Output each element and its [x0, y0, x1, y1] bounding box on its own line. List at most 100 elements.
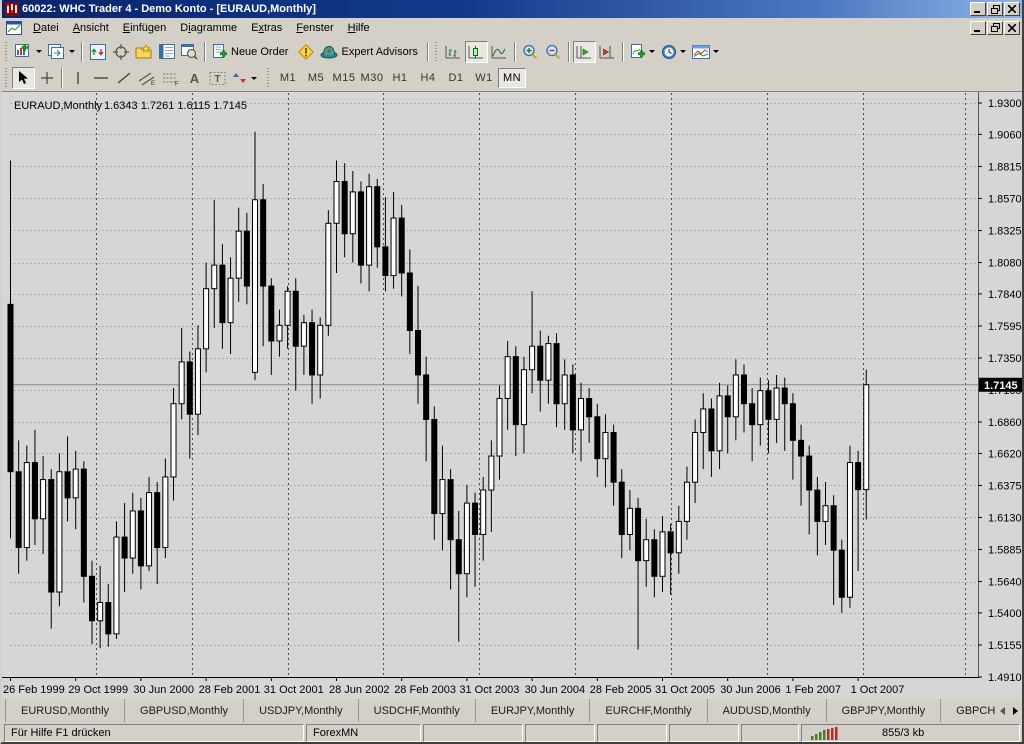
market-watch-button[interactable]	[86, 41, 109, 63]
candle-body	[318, 325, 323, 375]
indicators-button[interactable]	[627, 41, 658, 63]
candlestick-chart-button[interactable]	[465, 41, 488, 63]
horizontal-line-tool-button[interactable]	[89, 67, 112, 89]
tab-scroll-right-icon[interactable]	[1013, 707, 1018, 715]
menu-item-diagramme[interactable]: Diagramme	[173, 20, 244, 36]
candle-body	[725, 396, 730, 417]
menu-item-ansicht[interactable]: Ansicht	[66, 20, 116, 36]
zoom-in-button[interactable]	[519, 41, 542, 63]
chart-svg[interactable]: 1.93001.90601.88151.85701.83251.80801.78…	[2, 92, 1024, 699]
new-chart-button[interactable]	[12, 41, 45, 63]
tab-scroll-left-icon[interactable]	[1000, 707, 1005, 715]
close-button[interactable]	[1004, 2, 1020, 16]
text-label-tool-button[interactable]: T	[206, 67, 229, 89]
menu-item-hilfe[interactable]: Hilfe	[341, 20, 377, 36]
chart-tab-eurchf[interactable]: EURCHF,Monthly	[590, 699, 707, 722]
menu-item-einfügen[interactable]: Einfügen	[116, 20, 173, 36]
strategy-tester-button[interactable]	[178, 41, 201, 63]
close-icon	[1008, 5, 1016, 13]
restore-button[interactable]	[987, 2, 1003, 16]
navigator-button[interactable]	[132, 41, 155, 63]
chart-tab-usdchf[interactable]: USDCHF,Monthly	[359, 699, 476, 722]
status-connection-panel: 855/3 kb	[801, 724, 1020, 742]
chart-tab-audusd[interactable]: AUDUSD,Monthly	[708, 699, 827, 722]
line-chart-button[interactable]	[488, 41, 511, 63]
candle-body	[839, 550, 844, 597]
timeframe-button-m5[interactable]: M5	[302, 68, 330, 88]
chart-tab-gbpusd[interactable]: GBPUSD,Monthly	[125, 699, 244, 722]
candle-body	[530, 346, 535, 370]
minimize-button[interactable]	[970, 2, 986, 16]
price-tick-label: 1.6860	[988, 417, 1022, 429]
timeframe-button-h4[interactable]: H4	[414, 68, 442, 88]
expert-advisors-button[interactable]: Expert Advisors	[317, 41, 423, 63]
timeframe-button-m15[interactable]: M15	[330, 68, 358, 88]
bar-chart-icon	[445, 44, 461, 60]
data-window-icon	[113, 44, 129, 60]
timeframe-button-mn[interactable]: MN	[498, 68, 526, 88]
candle-body	[766, 391, 771, 420]
zoom-out-button[interactable]	[542, 41, 565, 63]
timeframe-button-w1[interactable]: W1	[470, 68, 498, 88]
chart-tab-eurjpy[interactable]: EURJPY,Monthly	[476, 699, 591, 722]
standard-toolbar: Neue Order Expert Advisors	[2, 38, 1022, 65]
cursor-icon	[18, 71, 30, 85]
candle-body	[358, 192, 363, 265]
text-tool-button[interactable]: A	[183, 67, 206, 89]
chart-tab-usdjpy[interactable]: USDJPY,Monthly	[244, 699, 359, 722]
text-tool-icon: A	[190, 71, 199, 86]
menu-item-extras[interactable]: Extras	[244, 20, 289, 36]
candle-body	[375, 187, 380, 247]
date-tick-label: 30 Jun 2006	[720, 684, 781, 696]
status-empty-panel	[423, 724, 523, 742]
trendline-icon	[116, 71, 132, 85]
candle-body	[440, 480, 445, 514]
mdi-close-button[interactable]	[1004, 21, 1020, 35]
chart-tabs-bar: EURUSD,MonthlyGBPUSD,MonthlyUSDJPY,Month…	[2, 698, 1022, 722]
cursor-tool-button[interactable]	[12, 67, 35, 89]
chart-tab-eurusd[interactable]: EURUSD,Monthly	[5, 699, 125, 722]
arrows-tool-button[interactable]	[229, 67, 260, 89]
auto-scroll-button[interactable]	[573, 41, 596, 63]
vertical-line-tool-button[interactable]	[66, 67, 89, 89]
candle-body	[269, 286, 274, 341]
templates-button[interactable]	[689, 41, 722, 63]
periods-dropdown	[680, 50, 686, 53]
fibonacci-tool-button[interactable]: F	[159, 67, 183, 89]
date-tick-label: 26 Feb 1999	[3, 684, 65, 696]
new-order-button[interactable]: Neue Order	[209, 41, 294, 63]
timeframe-button-h1[interactable]: H1	[386, 68, 414, 88]
chart-shift-button[interactable]	[596, 41, 619, 63]
menu-item-datei[interactable]: Datei	[26, 20, 66, 36]
trendline-tool-button[interactable]	[112, 67, 135, 89]
data-window-button[interactable]	[109, 41, 132, 63]
metaeditor-button[interactable]	[294, 41, 317, 63]
toolbar-gripper[interactable]	[266, 68, 271, 88]
terminal-button[interactable]	[155, 41, 178, 63]
periods-button[interactable]	[658, 41, 689, 63]
profiles-button[interactable]	[45, 41, 78, 63]
candle-body	[636, 508, 641, 560]
current-price-badge-text: 1.7145	[984, 380, 1018, 392]
price-tick-label: 1.5885	[988, 545, 1022, 557]
timeframe-button-m30[interactable]: M30	[358, 68, 386, 88]
toolbar-separator	[622, 42, 624, 62]
chart-tab-gbpjpy[interactable]: GBPJPY,Monthly	[827, 699, 942, 722]
chart-tab-gbpchf[interactable]: GBPCHF,Monthly	[941, 699, 996, 722]
candle-body	[383, 247, 388, 276]
equidistant-channel-tool-button[interactable]: E	[135, 67, 159, 89]
mdi-restore-button[interactable]	[987, 21, 1003, 35]
toolbar-gripper[interactable]	[434, 42, 439, 62]
bar-chart-button[interactable]	[442, 41, 465, 63]
timeframe-button-m1[interactable]: M1	[274, 68, 302, 88]
candle-body	[220, 265, 225, 323]
candle-body	[774, 388, 779, 419]
menu-item-fenster[interactable]: Fenster	[289, 20, 340, 36]
timeframe-button-d1[interactable]: D1	[442, 68, 470, 88]
chart-area: 1.93001.90601.88151.85701.83251.80801.78…	[2, 91, 1022, 698]
date-tick-label: 30 Jun 2004	[525, 684, 586, 696]
toolbar-gripper[interactable]	[4, 42, 9, 62]
toolbar-gripper[interactable]	[4, 68, 9, 88]
mdi-minimize-button[interactable]	[970, 21, 986, 35]
crosshair-tool-button[interactable]	[35, 67, 58, 89]
